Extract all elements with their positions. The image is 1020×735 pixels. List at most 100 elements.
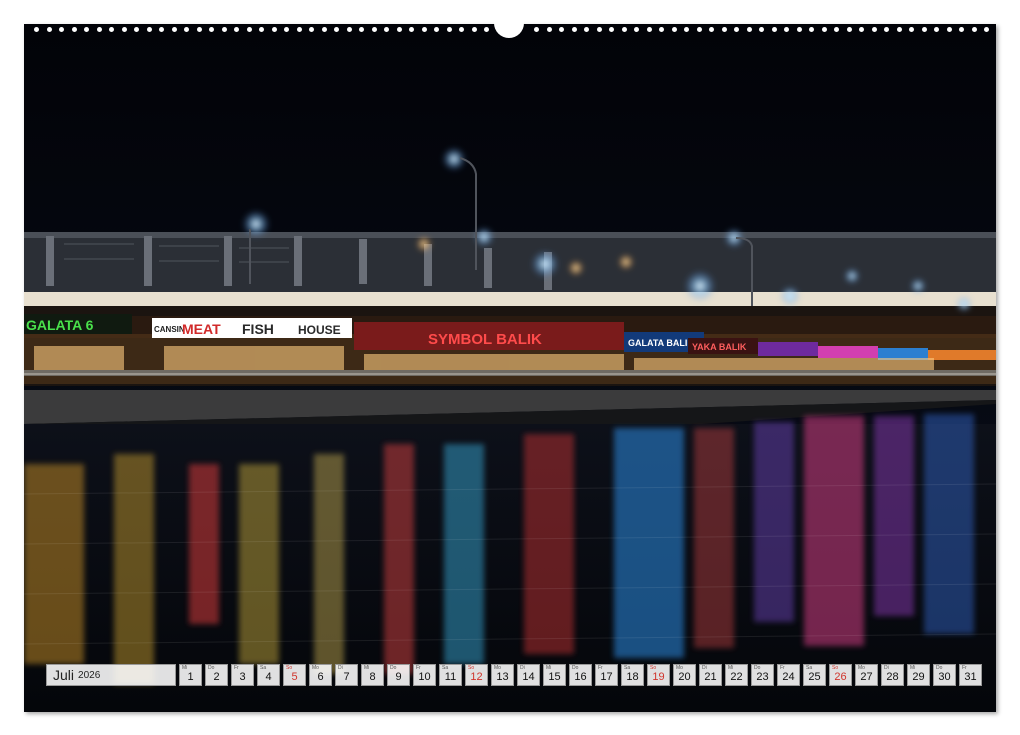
binding-hole <box>897 27 902 32</box>
day-number: 19 <box>648 671 669 684</box>
day-number: 23 <box>752 671 773 684</box>
binding-hole <box>584 27 589 32</box>
binding-hole <box>84 27 89 32</box>
calendar-day: Fr3 <box>231 664 254 686</box>
calendar-day: Di21 <box>699 664 722 686</box>
binding-hole <box>922 27 927 32</box>
spiral-binding <box>24 24 996 40</box>
binding-hole <box>34 27 39 32</box>
day-number: 29 <box>908 671 929 684</box>
sign-galata6: GALATA 6 <box>26 317 94 333</box>
day-number: 31 <box>960 671 981 684</box>
binding-hole <box>784 27 789 32</box>
day-number: 18 <box>622 671 643 684</box>
day-number: 4 <box>258 671 279 684</box>
binding-hole <box>284 27 289 32</box>
day-number: 15 <box>544 671 565 684</box>
binding-hole <box>959 27 964 32</box>
day-number: 10 <box>414 671 435 684</box>
calendar-day: Mo6 <box>309 664 332 686</box>
binding-hole <box>772 27 777 32</box>
binding-hole <box>297 27 302 32</box>
binding-hole <box>334 27 339 32</box>
binding-hole <box>122 27 127 32</box>
binding-hole <box>647 27 652 32</box>
calendar-day: Mi15 <box>543 664 566 686</box>
calendar-day: Fr31 <box>959 664 982 686</box>
binding-hole <box>347 27 352 32</box>
binding-hole <box>422 27 427 32</box>
binding-hole <box>709 27 714 32</box>
binding-hole <box>222 27 227 32</box>
calendar-day: So26 <box>829 664 852 686</box>
calendar-day: Di28 <box>881 664 904 686</box>
binding-hole <box>947 27 952 32</box>
binding-hole <box>259 27 264 32</box>
binding-hole <box>597 27 602 32</box>
calendar-title: Juli 2026 <box>46 664 176 686</box>
day-number: 2 <box>206 671 227 684</box>
day-number: 25 <box>804 671 825 684</box>
calendar-day: So12 <box>465 664 488 686</box>
binding-hole <box>972 27 977 32</box>
sign-symbol: SYMBOL BALIK <box>428 331 542 348</box>
binding-hole <box>322 27 327 32</box>
binding-hole <box>359 27 364 32</box>
hanger-hole <box>494 16 524 38</box>
binding-hole <box>247 27 252 32</box>
binding-hole <box>159 27 164 32</box>
day-number: 20 <box>674 671 695 684</box>
night-bridge-photo: GALATA 6 CANSIN MEAT FISH HOUSE SYMBOL B… <box>24 24 996 712</box>
calendar-day: Mo13 <box>491 664 514 686</box>
binding-hole <box>634 27 639 32</box>
binding-hole <box>559 27 564 32</box>
calendar-day: Mi8 <box>361 664 384 686</box>
day-number: 5 <box>284 671 305 684</box>
binding-hole <box>822 27 827 32</box>
binding-hole <box>47 27 52 32</box>
year-label: 2026 <box>78 670 100 681</box>
sign-fish: FISH <box>242 321 274 337</box>
day-number: 7 <box>336 671 357 684</box>
binding-hole <box>834 27 839 32</box>
day-number: 21 <box>700 671 721 684</box>
binding-hole <box>909 27 914 32</box>
day-number: 13 <box>492 671 513 684</box>
binding-hole <box>797 27 802 32</box>
binding-hole <box>172 27 177 32</box>
calendar-day: Do16 <box>569 664 592 686</box>
binding-hole <box>622 27 627 32</box>
binding-hole <box>697 27 702 32</box>
calendar-day: Do23 <box>751 664 774 686</box>
calendar-day: Do30 <box>933 664 956 686</box>
binding-hole <box>59 27 64 32</box>
calendar-day: Mi29 <box>907 664 930 686</box>
binding-hole <box>934 27 939 32</box>
binding-hole <box>609 27 614 32</box>
binding-hole <box>984 27 989 32</box>
binding-hole <box>659 27 664 32</box>
calendar-day: Sa18 <box>621 664 644 686</box>
binding-hole <box>372 27 377 32</box>
day-number: 24 <box>778 671 799 684</box>
day-number: 17 <box>596 671 617 684</box>
binding-hole <box>447 27 452 32</box>
calendar-day: So5 <box>283 664 306 686</box>
binding-hole <box>234 27 239 32</box>
binding-hole <box>134 27 139 32</box>
binding-hole <box>72 27 77 32</box>
binding-hole <box>147 27 152 32</box>
calendar-day: Sa4 <box>257 664 280 686</box>
binding-hole <box>884 27 889 32</box>
calendar-day: Fr24 <box>777 664 800 686</box>
binding-hole <box>434 27 439 32</box>
binding-hole <box>847 27 852 32</box>
day-number: 28 <box>882 671 903 684</box>
day-number: 16 <box>570 671 591 684</box>
day-number: 26 <box>830 671 851 684</box>
binding-hole <box>809 27 814 32</box>
sign-yaka: YAKA BALIK <box>692 342 747 352</box>
day-number: 6 <box>310 671 331 684</box>
calendar-day: So19 <box>647 664 670 686</box>
calendar-day: Fr10 <box>413 664 436 686</box>
